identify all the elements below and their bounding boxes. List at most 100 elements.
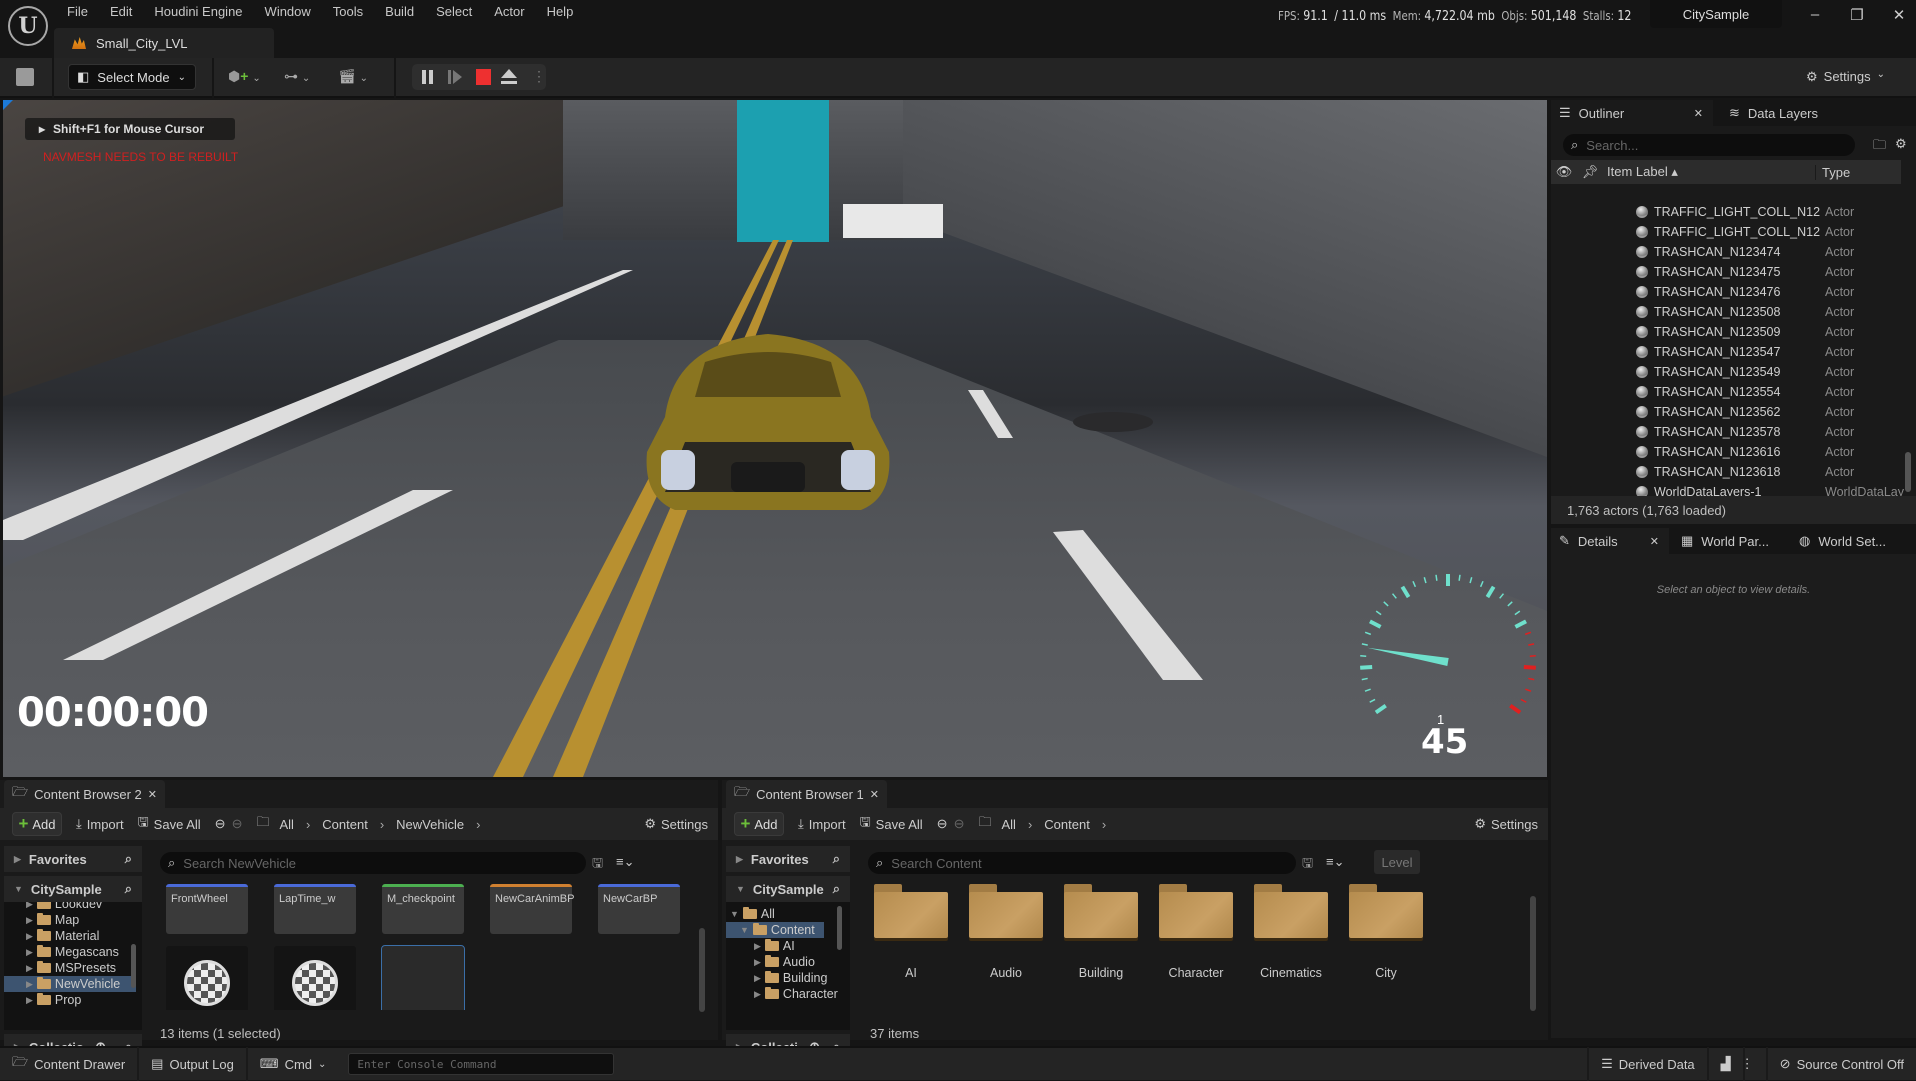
tree-item[interactable]: ▶Building [726, 970, 850, 986]
forward-button[interactable]: ⊖ [232, 816, 243, 832]
menu-tools[interactable]: Tools [322, 3, 374, 21]
folder-tile[interactable] [1159, 884, 1233, 938]
outliner-row[interactable]: TRASHCAN_N123616Actor [1636, 442, 1901, 462]
unreal-logo-icon[interactable]: U [8, 6, 48, 46]
pin-icon[interactable]: 📌︎ [1577, 164, 1603, 180]
step-icon[interactable] [448, 70, 451, 84]
close-button[interactable]: ✕ [1884, 6, 1914, 26]
outliner-row[interactable]: TRASHCAN_N123475Actor [1636, 262, 1901, 282]
menu-select[interactable]: Select [425, 3, 483, 21]
restore-button[interactable]: ❐ [1842, 6, 1872, 26]
favorites-section[interactable]: ▶Favorites⌕ [4, 846, 142, 872]
outliner-row[interactable]: TRASHCAN_N123508Actor [1636, 302, 1901, 322]
cb1-scrollbar[interactable] [1530, 896, 1536, 1011]
import-button[interactable]: ⤓Import [798, 816, 846, 832]
material-asset-tile[interactable] [166, 946, 248, 1010]
tab-outliner[interactable]: ☰ Outliner ✕ [1551, 100, 1713, 126]
outliner-row[interactable]: TRASHCAN_N123476Actor [1636, 282, 1901, 302]
filter-icon[interactable]: ≡⌄ [616, 854, 634, 870]
tab-world-settings[interactable]: ◍ World Set... [1791, 528, 1886, 554]
selected-asset-tile[interactable] [382, 946, 464, 1010]
material-asset-tile[interactable] [274, 946, 356, 1010]
folder-tile[interactable] [1349, 884, 1423, 938]
outliner-row[interactable]: TRASHCAN_N123474Actor [1636, 242, 1901, 262]
cb2-scrollbar[interactable] [699, 928, 705, 1012]
citysample-section[interactable]: ▼CitySample⌕ [4, 876, 142, 902]
tree-item[interactable]: ▶Map [4, 912, 142, 928]
tree-item[interactable]: ▶AI [726, 938, 850, 954]
tab-details[interactable]: ✎ Details ✕ [1551, 528, 1669, 554]
back-button[interactable]: ⊖ [215, 816, 226, 832]
tree-item[interactable]: ▶Character [726, 986, 850, 1002]
asset-tile[interactable]: FrontWheel [166, 884, 248, 934]
folder-label[interactable]: Audio [961, 966, 1051, 980]
close-tab-icon[interactable]: ✕ [870, 788, 879, 801]
search-icon[interactable]: ⌕ [833, 851, 840, 867]
source-control-button[interactable]: ⊘Source Control Off [1768, 1047, 1916, 1081]
tree-item[interactable]: ▶Audio [726, 954, 850, 970]
tree-item[interactable]: ▶MSPresets [4, 960, 142, 976]
folder-tile[interactable] [969, 884, 1043, 938]
save-all-button[interactable]: 🖫︎Save All [860, 813, 923, 835]
asset-tile[interactable]: NewCarAnimBP [490, 884, 572, 934]
asset-tile[interactable]: M_checkpoint [382, 884, 464, 934]
tree-scrollbar[interactable] [131, 944, 136, 988]
folder-label[interactable]: City [1341, 966, 1431, 980]
cmd-dropdown[interactable]: ⌨Cmd⌄ [248, 1047, 339, 1081]
citysample-section[interactable]: ▼CitySample⌕ [726, 876, 850, 902]
breadcrumb-content[interactable]: Content [1044, 817, 1090, 832]
breadcrumb-all[interactable]: All [1001, 817, 1015, 832]
select-mode-dropdown[interactable]: ◧ Select Mode ⌄ [68, 64, 196, 90]
outliner-row[interactable]: TRAFFIC_LIGHT_COLL_N12Actor [1636, 202, 1901, 222]
import-button[interactable]: ⤓Import [76, 816, 124, 832]
folder-label[interactable]: Character [1151, 966, 1241, 980]
outliner-row[interactable]: TRASHCAN_N123578Actor [1636, 422, 1901, 442]
add-folder-icon[interactable]: 🗀︎ [1873, 136, 1886, 158]
favorites-section[interactable]: ▶Favorites⌕ [726, 846, 850, 872]
level-viewport[interactable]: ▸ Shift+F1 for Mouse Cursor NAVMESH NEED… [3, 100, 1547, 777]
more-options-icon[interactable]: ⋮ [532, 68, 546, 85]
stop-icon[interactable] [476, 69, 491, 85]
cb2-search-input[interactable]: ⌕ Search NewVehicle [160, 852, 586, 874]
settings-button[interactable]: ⚙ Settings ⌄ [1806, 69, 1885, 85]
folder-label[interactable]: Cinematics [1246, 966, 1336, 980]
asset-tile[interactable]: NewCarBP [598, 884, 680, 934]
add-button[interactable]: +Add [734, 812, 784, 836]
outliner-row[interactable]: TRASHCAN_N123549Actor [1636, 362, 1901, 382]
search-icon[interactable]: ⌕ [833, 881, 840, 897]
blueprint-icon[interactable]: ⊶ ⌄ [284, 68, 310, 85]
console-input[interactable]: Enter Console Command [348, 1053, 614, 1075]
close-tab-icon[interactable]: ✕ [148, 788, 157, 801]
outliner-row[interactable]: TRASHCAN_N123547Actor [1636, 342, 1901, 362]
outliner-row[interactable]: TRASHCAN_N123562Actor [1636, 402, 1901, 422]
tree-item[interactable]: ▼All [726, 906, 850, 922]
outliner-search-input[interactable]: ⌕ Search... [1563, 134, 1855, 156]
tree-item[interactable]: ▶NewVehicle [4, 976, 136, 992]
folder-label[interactable]: AI [866, 966, 956, 980]
visibility-icon[interactable]: 👁︎ [1551, 164, 1577, 180]
cinematics-icon[interactable]: 🎬︎ ⌄ [338, 68, 368, 85]
derived-data-button[interactable]: ☰Derived Data [1587, 1047, 1709, 1081]
content-drawer-button[interactable]: 🗁︎Content Drawer [0, 1047, 139, 1081]
search-icon[interactable]: ⌕ [125, 851, 132, 867]
menu-build[interactable]: Build [374, 3, 425, 21]
outliner-row[interactable]: TRASHCAN_N123554Actor [1636, 382, 1901, 402]
save-search-icon[interactable]: 🖫︎ [1302, 854, 1313, 876]
col-item-label[interactable]: Item Label ▴ [1603, 164, 1815, 180]
level-filter-button[interactable]: Level [1374, 850, 1420, 874]
menu-edit[interactable]: Edit [99, 3, 143, 21]
outliner-row[interactable]: TRASHCAN_N123618Actor [1636, 462, 1901, 482]
cb1-settings-button[interactable]: ⚙Settings [1474, 816, 1538, 832]
pause-icon[interactable] [422, 70, 426, 84]
breadcrumb-content[interactable]: Content [322, 817, 368, 832]
outliner-scrollbar[interactable] [1905, 452, 1911, 492]
asset-tile[interactable]: LapTime_w [274, 884, 356, 934]
add-button[interactable]: +Add [12, 812, 62, 836]
minimize-button[interactable]: – [1800, 6, 1830, 26]
output-log-button[interactable]: ▤Output Log [139, 1047, 248, 1081]
search-icon[interactable]: ⌕ [125, 881, 132, 897]
tree-item[interactable]: ▶Material [4, 928, 142, 944]
folder-label[interactable]: Building [1056, 966, 1146, 980]
tree-item[interactable]: ▼Content [726, 922, 824, 938]
menu-houdini-engine[interactable]: Houdini Engine [143, 3, 253, 21]
